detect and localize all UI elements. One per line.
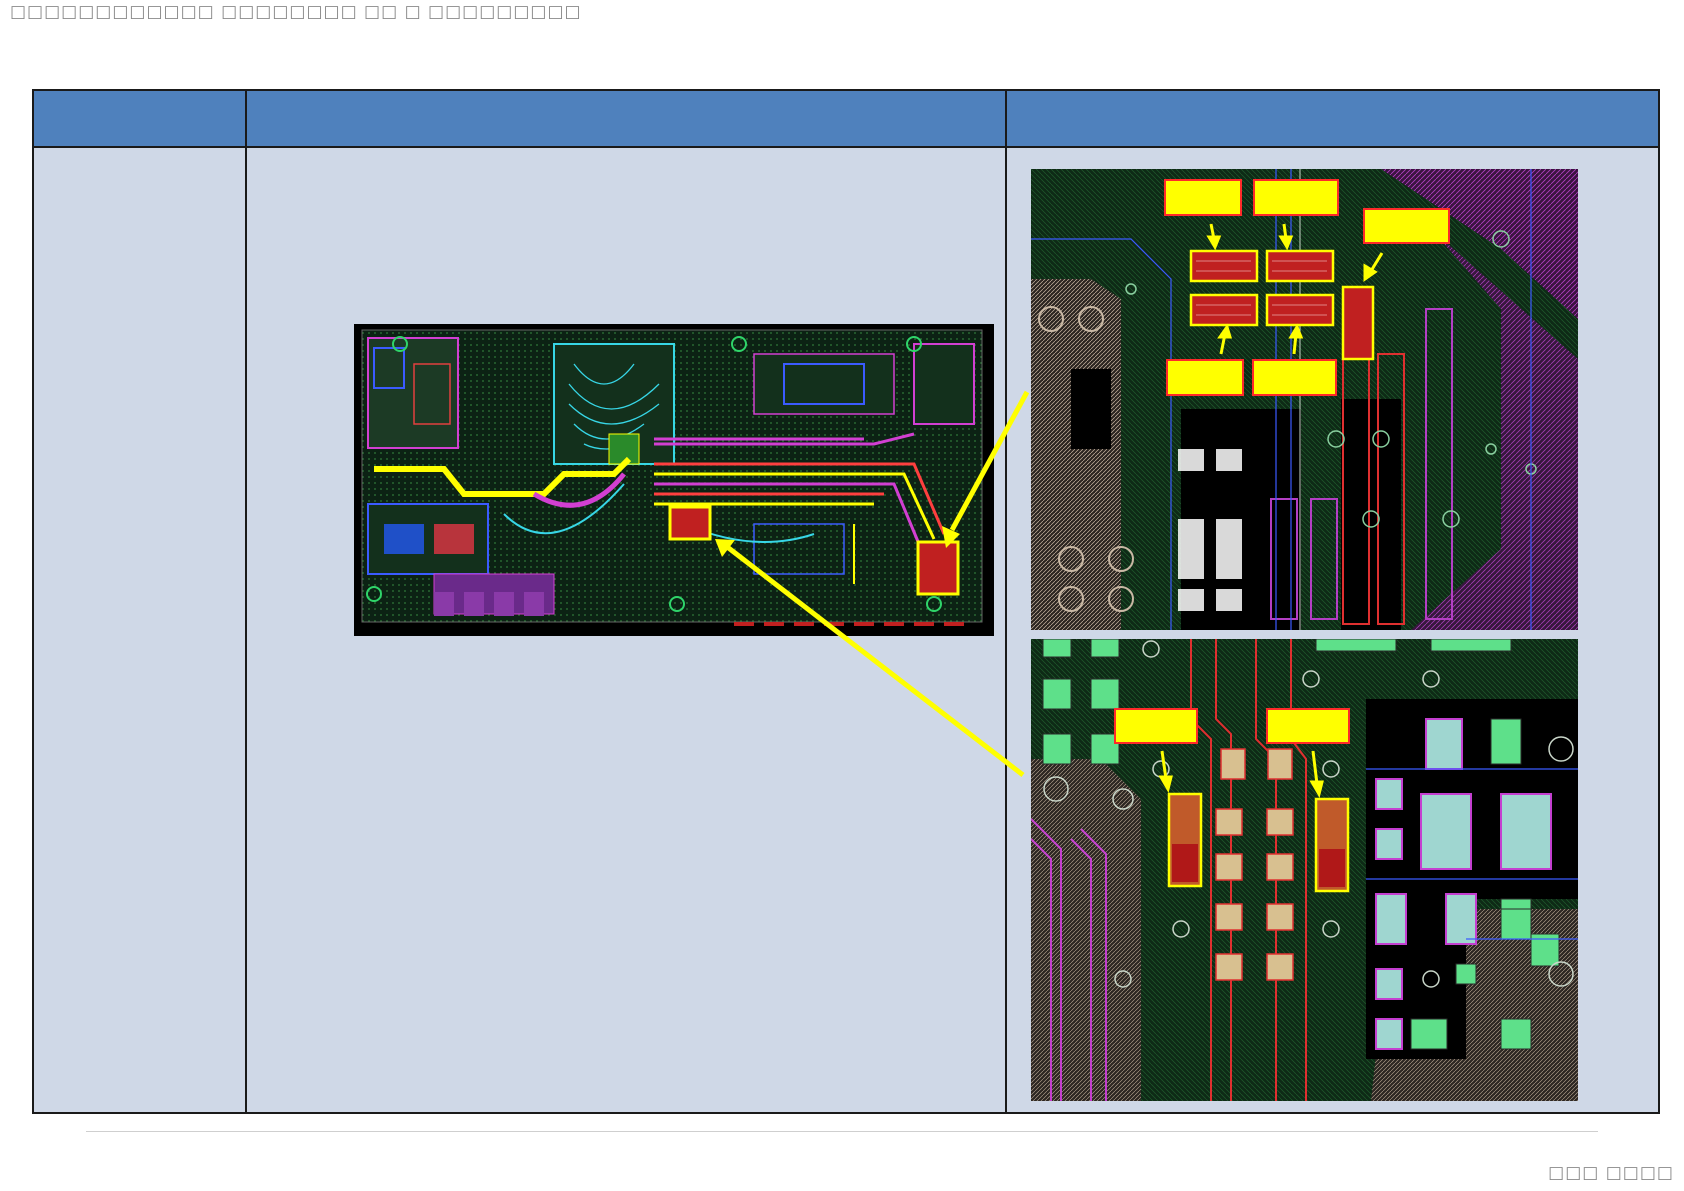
callout-label-top-1 xyxy=(1164,179,1242,216)
header-cell-1 xyxy=(32,89,247,148)
callout-label-bottom-2 xyxy=(1266,708,1350,744)
footer-divider xyxy=(86,1131,1598,1132)
callout-label-top-3 xyxy=(1363,208,1450,244)
callout-label-top-4 xyxy=(1166,359,1244,396)
header-cell-3 xyxy=(1005,89,1660,148)
page-header-text: □□□□□□□□□□□□ □□□□□□□□ □□ □ □□□□□□□□□ xyxy=(10,2,582,22)
table-header-row xyxy=(32,89,1660,148)
page-footer-text: □□□ □□□□ xyxy=(1548,1163,1674,1183)
pcb-board-overview-image xyxy=(354,324,994,636)
callout-label-bottom-1 xyxy=(1114,708,1198,744)
callout-label-top-5 xyxy=(1252,359,1337,396)
callout-label-top-2 xyxy=(1253,179,1339,216)
pcb-zoom-top-image xyxy=(1031,169,1578,630)
body-cell-1 xyxy=(32,146,247,1114)
header-cell-2 xyxy=(245,89,1007,148)
